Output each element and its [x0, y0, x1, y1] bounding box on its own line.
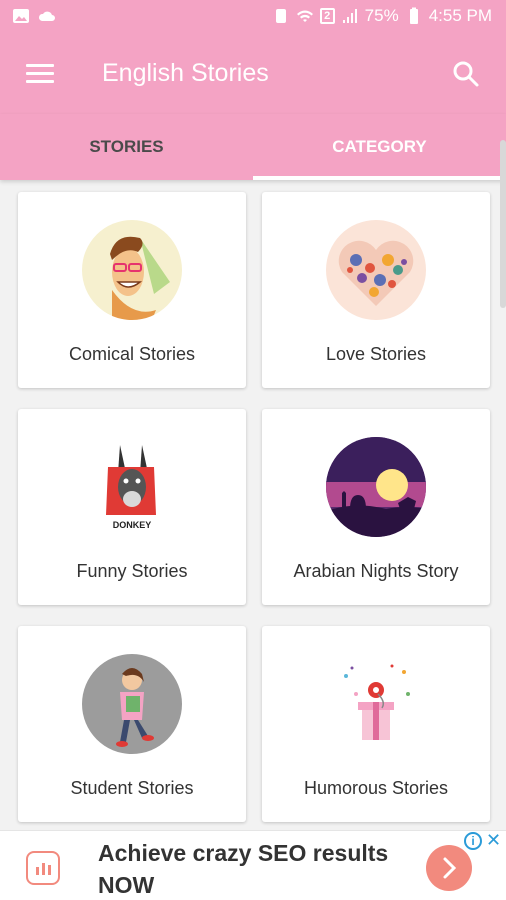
clock-time: 4:55 PM: [428, 6, 492, 25]
gift-box-icon: [326, 654, 426, 754]
battery-icon: [409, 7, 418, 24]
menu-icon[interactable]: [26, 64, 54, 86]
category-grid: Comical Stories Love Stories DONKEY Funn…: [0, 180, 506, 830]
sim-badge: 2: [319, 8, 335, 24]
gallery-icon: [13, 9, 29, 23]
floral-heart-icon: [326, 220, 426, 320]
signal-icon: [342, 9, 357, 23]
status-left: [12, 7, 56, 25]
category-label: Arabian Nights Story: [293, 561, 459, 581]
category-label: Comical Stories: [68, 344, 196, 364]
student-girl-icon: [82, 654, 182, 754]
cloud-icon: [38, 11, 55, 21]
category-label: Humorous Stories: [303, 778, 449, 798]
category-label: Love Stories: [325, 344, 427, 364]
notification-icon: [275, 9, 286, 23]
category-card-student[interactable]: Student Stories: [18, 626, 246, 822]
chevron-right-icon: [443, 857, 457, 879]
status-bar: 2 75% 4:55 PM: [0, 0, 506, 34]
ad-close-icon[interactable]: ✕: [486, 830, 501, 851]
ad-banner[interactable]: Achieve crazy SEO results NOW: [0, 830, 506, 900]
ad-info-icon[interactable]: i: [464, 832, 482, 850]
app-title: English Stories: [102, 59, 269, 87]
app-bar: English Stories: [0, 34, 506, 114]
wifi-icon: [296, 10, 313, 22]
tab-bar: STORIES CATEGORY: [0, 114, 506, 180]
category-label: Student Stories: [70, 778, 194, 798]
category-card-funny[interactable]: DONKEY Funny Stories: [18, 409, 246, 605]
ad-text[interactable]: Achieve crazy SEO results NOW: [98, 837, 418, 900]
category-label: Funny Stories: [76, 561, 188, 581]
category-card-love[interactable]: Love Stories: [262, 192, 490, 388]
category-card-comical[interactable]: Comical Stories: [18, 192, 246, 388]
desert-night-icon: [326, 437, 426, 537]
donkey-logo-text: DONKEY: [113, 520, 152, 530]
category-card-humorous[interactable]: Humorous Stories: [262, 626, 490, 822]
status-right: 2 75% 4:55 PM: [272, 6, 492, 26]
tab-stories[interactable]: STORIES: [0, 114, 253, 180]
cartoon-man-icon: [82, 220, 182, 320]
ad-open-button[interactable]: [426, 845, 472, 891]
category-card-arabian-nights[interactable]: Arabian Nights Story: [262, 409, 490, 605]
donkey-icon: DONKEY: [82, 437, 182, 537]
search-icon[interactable]: [452, 60, 480, 88]
battery-percent: 75%: [364, 6, 399, 25]
ad-logo-icon: [26, 851, 60, 885]
tab-category[interactable]: CATEGORY: [253, 114, 506, 180]
